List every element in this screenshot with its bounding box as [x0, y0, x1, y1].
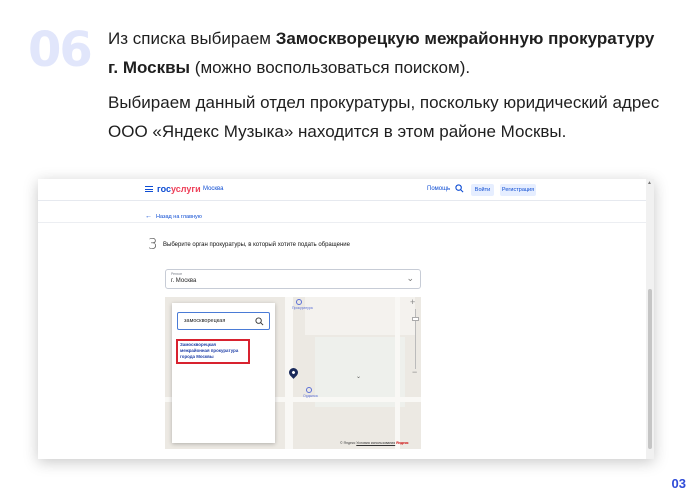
search-icon[interactable]	[255, 317, 264, 326]
yandex-brand: Яндекс	[396, 441, 409, 445]
gosuslugi-logo[interactable]: госуслуги	[157, 184, 201, 194]
search-query: замоскворецкая	[184, 318, 226, 324]
search-icon[interactable]	[455, 184, 464, 193]
instruction-suffix: (можно воспользоваться поиском).	[190, 58, 471, 77]
breadcrumb-bar	[38, 209, 650, 223]
map-poi-icon[interactable]	[296, 299, 302, 305]
map-poi-label: Прокуратура	[292, 306, 313, 310]
terms-link[interactable]: Условия использования	[356, 441, 395, 445]
page-number: 03	[671, 476, 686, 491]
menu-icon[interactable]	[145, 186, 153, 192]
search-result-item[interactable]: Замоскворецкая межрайонная прокуратура г…	[176, 339, 250, 364]
top-header	[38, 179, 650, 201]
gosuslugi-screenshot: госуслуги Москва Помощь Войти Регистраци…	[38, 179, 654, 459]
metro-label: Ордынка	[303, 394, 318, 398]
logo-part-1: гос	[157, 184, 172, 194]
step-number: 06	[28, 22, 93, 78]
region-select-value: г. Москва	[171, 278, 197, 284]
chevron-down-icon: ⌄	[406, 273, 414, 283]
form-step-number: 3	[148, 235, 158, 253]
attribution-prefix: © Яндекс	[340, 441, 357, 445]
back-link[interactable]: ← Назад на главную	[145, 213, 202, 220]
form-question: Выберите орган прокуратуры, в который хо…	[163, 242, 350, 248]
search-panel: замоскворецкая Замоскворецкая межрайонна…	[172, 303, 275, 443]
prosecutor-search-input[interactable]: замоскворецкая	[177, 312, 270, 330]
arrow-left-icon: ←	[145, 213, 152, 220]
instruction-line: Из списка выбираем Замоскворецкую межрай…	[108, 24, 668, 82]
zoom-out-button[interactable]: −	[412, 367, 417, 377]
scroll-up-icon[interactable]: ▲	[647, 180, 652, 186]
instruction-text: Из списка выбираем Замоскворецкую межрай…	[108, 24, 668, 146]
zoom-in-button[interactable]: +	[410, 297, 415, 307]
register-button[interactable]: Регистрация	[500, 184, 536, 196]
region-link[interactable]: Москва	[203, 186, 223, 192]
explanation-text: Выбираем данный отдел прокуратуры, поско…	[108, 93, 660, 141]
map-cursor-icon: ⌄	[356, 374, 362, 380]
region-select[interactable]: Регион г. Москва ⌄	[165, 269, 421, 289]
map-attribution: © Яндекс Условия использования Яндекс	[340, 441, 409, 445]
back-link-label: Назад на главную	[156, 214, 202, 220]
login-button[interactable]: Войти	[471, 184, 494, 196]
zoom-slider-handle[interactable]	[412, 317, 419, 321]
instruction-prefix: Из списка выбираем	[108, 29, 276, 48]
logo-part-2: услуги	[171, 184, 201, 194]
help-link[interactable]: Помощь	[427, 186, 450, 192]
map-road	[395, 297, 400, 449]
metro-icon[interactable]	[306, 387, 312, 393]
region-select-label: Регион	[171, 272, 183, 276]
scrollbar-thumb[interactable]	[648, 289, 652, 449]
